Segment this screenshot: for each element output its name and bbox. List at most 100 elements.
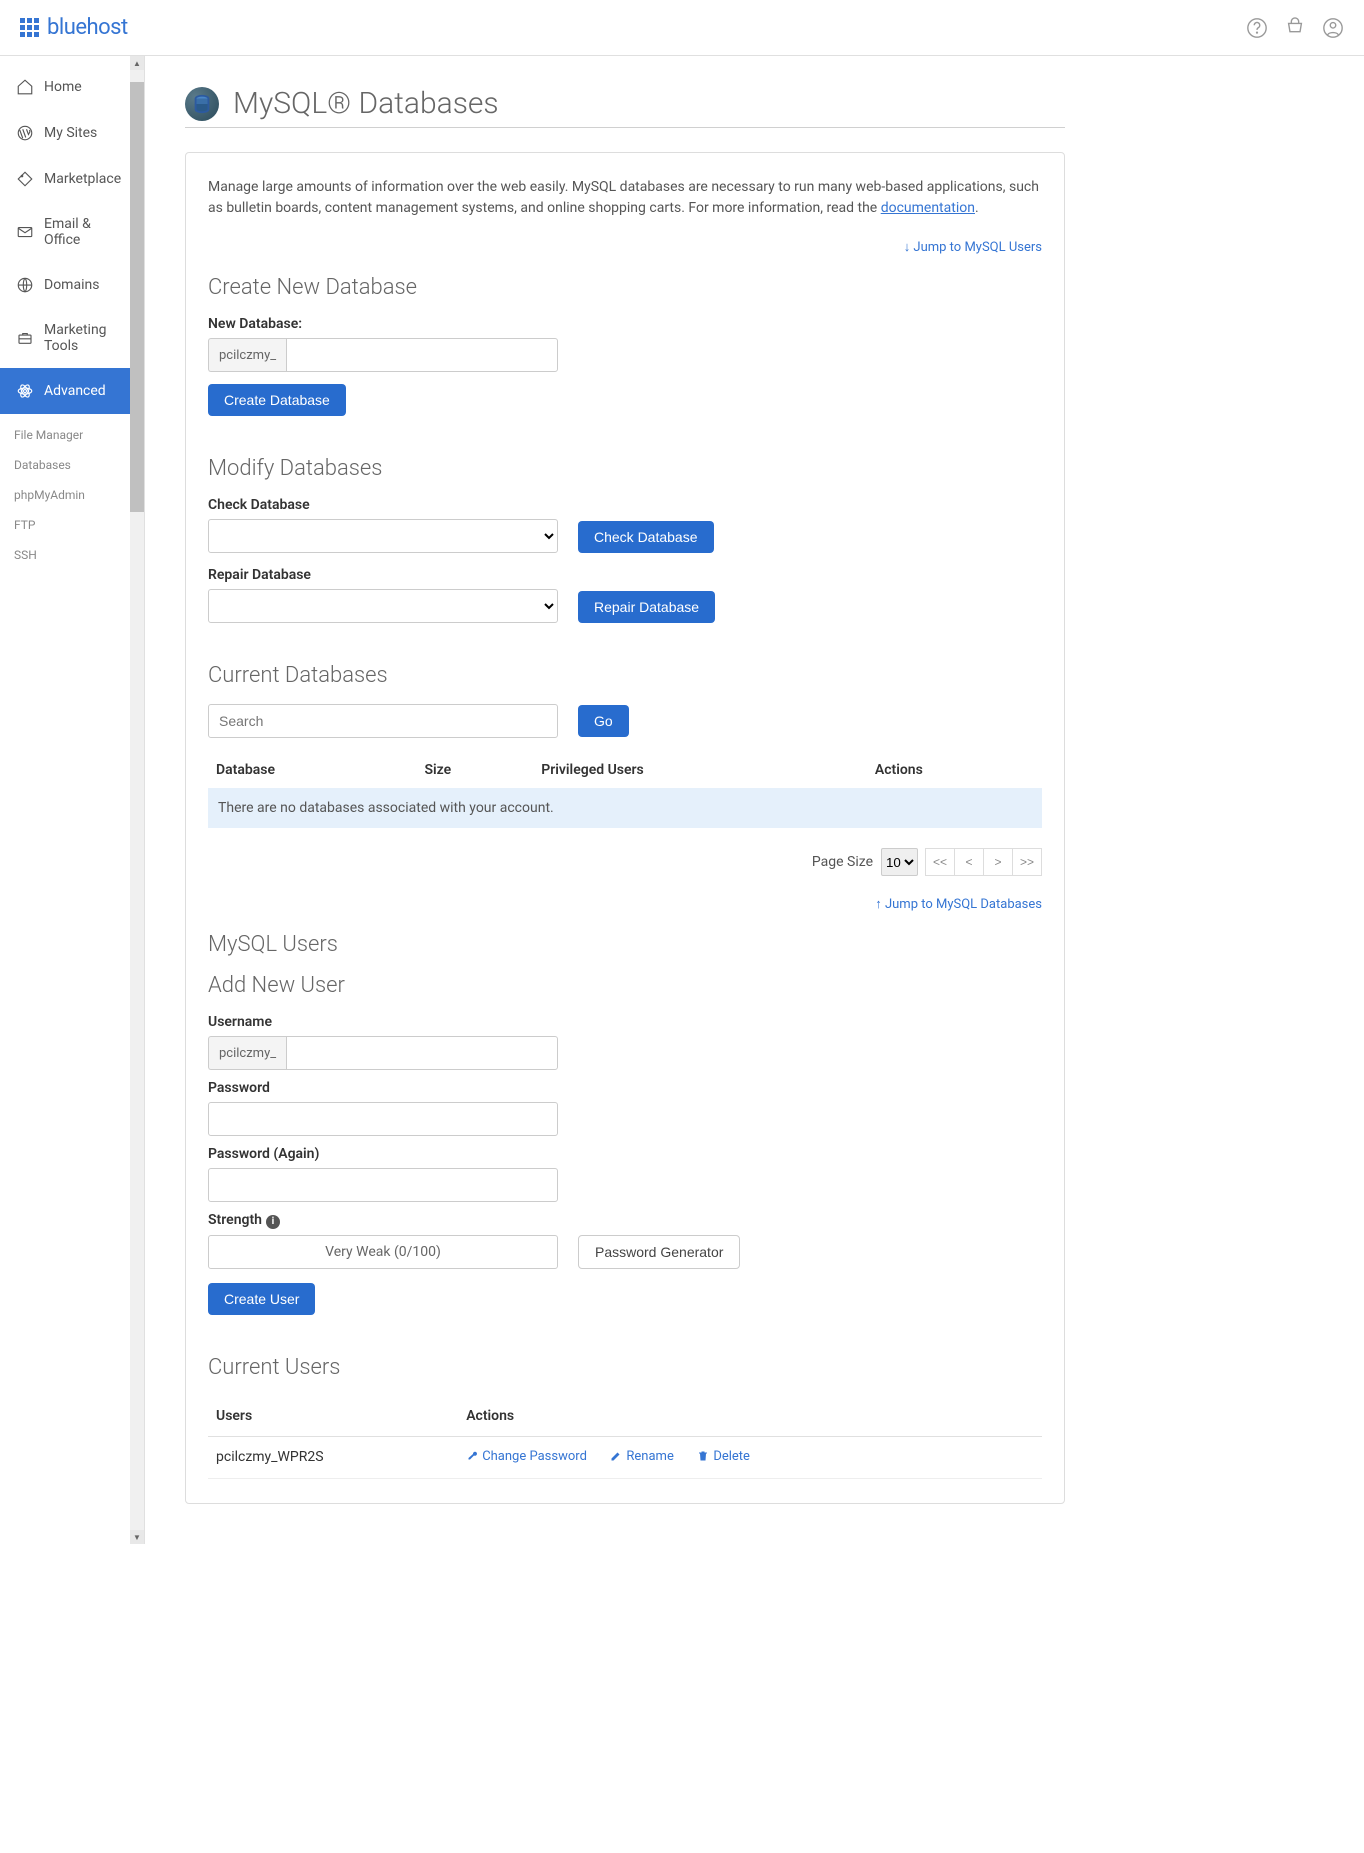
globe-icon — [16, 276, 34, 294]
nav-home[interactable]: Home — [0, 64, 144, 110]
check-database-button[interactable]: Check Database — [578, 521, 714, 553]
modify-db-section-title: Modify Databases — [208, 456, 1042, 481]
key-icon — [466, 1450, 478, 1462]
change-password-link[interactable]: Change Password — [466, 1449, 587, 1464]
password-again-input[interactable] — [208, 1168, 558, 1202]
sub-nav-ftp[interactable]: FTP — [14, 510, 144, 540]
sub-nav-file-manager[interactable]: File Manager — [14, 420, 144, 450]
search-databases-input[interactable] — [208, 704, 558, 738]
nav-label: Advanced — [44, 383, 106, 399]
password-label: Password — [208, 1080, 1042, 1096]
nav-label: Marketing Tools — [44, 322, 128, 354]
main-content: MySQL® Databases Manage large amounts of… — [145, 56, 1105, 1544]
check-database-label: Check Database — [208, 497, 558, 513]
app-grid-icon — [20, 18, 39, 37]
jump-to-users-link[interactable]: ↓ Jump to MySQL Users — [904, 240, 1042, 255]
pager-first[interactable]: << — [925, 848, 955, 876]
db-prefix: pcilczmy_ — [208, 338, 286, 372]
create-database-button[interactable]: Create Database — [208, 384, 346, 416]
page-size-select[interactable]: 10 — [881, 848, 918, 876]
current-db-section-title: Current Databases — [208, 663, 1042, 688]
username-input[interactable] — [286, 1036, 558, 1070]
help-icon[interactable] — [1246, 17, 1268, 39]
tag-icon — [16, 170, 34, 188]
main-panel: Manage large amounts of information over… — [185, 152, 1065, 1504]
jump-to-databases-link[interactable]: ↑ Jump to MySQL Databases — [875, 897, 1042, 912]
repair-database-button[interactable]: Repair Database — [578, 591, 715, 623]
sub-nav-phpmyadmin[interactable]: phpMyAdmin — [14, 480, 144, 510]
documentation-link[interactable]: documentation — [881, 200, 975, 216]
col-actions: Actions — [867, 752, 1042, 788]
nav-marketplace[interactable]: Marketplace — [0, 156, 144, 202]
intro-post: . — [975, 200, 979, 216]
add-user-section-title: Add New User — [208, 973, 1042, 998]
sub-nav-databases[interactable]: Databases — [14, 450, 144, 480]
current-users-section-title: Current Users — [208, 1355, 1042, 1380]
home-icon — [16, 78, 34, 96]
nav-advanced[interactable]: Advanced — [0, 368, 144, 414]
sub-nav: File Manager Databases phpMyAdmin FTP SS… — [0, 414, 144, 576]
sidebar: Home My Sites Marketplace Email & Office… — [0, 56, 145, 1544]
pager-last[interactable]: >> — [1012, 848, 1042, 876]
page-size-label: Page Size — [812, 854, 873, 870]
go-button[interactable]: Go — [578, 705, 629, 737]
new-database-input[interactable] — [286, 338, 558, 372]
create-user-button[interactable]: Create User — [208, 1283, 315, 1315]
pager-next[interactable]: > — [983, 848, 1013, 876]
nav-my-sites[interactable]: My Sites — [0, 110, 144, 156]
username-label: Username — [208, 1014, 1042, 1030]
pager-prev[interactable]: < — [954, 848, 984, 876]
user-name-cell: pcilczmy_WPR2S — [208, 1436, 458, 1479]
strength-meter: Very Weak (0/100) — [208, 1235, 558, 1269]
strength-label: Strengthi — [208, 1212, 1042, 1229]
scroll-up-icon[interactable]: ▲ — [130, 56, 144, 70]
wordpress-icon — [16, 124, 34, 142]
trash-icon — [697, 1450, 709, 1462]
nav-label: Email & Office — [44, 216, 128, 248]
page-title: MySQL® Databases — [233, 86, 499, 121]
col-size: Size — [417, 752, 534, 788]
brand-text: bluehost — [47, 15, 128, 40]
password-again-label: Password (Again) — [208, 1146, 1042, 1162]
repair-database-select[interactable] — [208, 589, 558, 623]
scroll-down-icon[interactable]: ▼ — [130, 1530, 144, 1544]
cart-icon[interactable] — [1284, 17, 1306, 39]
logo[interactable]: bluehost — [20, 15, 128, 40]
check-database-select[interactable] — [208, 519, 558, 553]
delete-link[interactable]: Delete — [697, 1449, 750, 1464]
password-input[interactable] — [208, 1102, 558, 1136]
new-database-label: New Database: — [208, 316, 1042, 332]
scrollbar-thumb[interactable] — [130, 82, 144, 512]
jump-link-users: ↓ Jump to MySQL Users — [208, 239, 1042, 255]
sidebar-scrollbar[interactable]: ▲ ▼ — [130, 56, 144, 1544]
nav-label: My Sites — [44, 125, 97, 141]
info-icon[interactable]: i — [266, 1215, 280, 1229]
nav-domains[interactable]: Domains — [0, 262, 144, 308]
username-input-group: pcilczmy_ — [208, 1036, 558, 1070]
user-prefix: pcilczmy_ — [208, 1036, 286, 1070]
nav-label: Home — [44, 79, 82, 95]
col-privileged: Privileged Users — [533, 752, 867, 788]
rename-link[interactable]: Rename — [610, 1449, 673, 1464]
sub-nav-ssh[interactable]: SSH — [14, 540, 144, 570]
col-user-actions: Actions — [458, 1396, 1042, 1437]
nav-email-office[interactable]: Email & Office — [0, 202, 144, 262]
nav-marketing-tools[interactable]: Marketing Tools — [0, 308, 144, 368]
jump-link-databases: ↑ Jump to MySQL Databases — [208, 896, 1042, 912]
repair-database-label: Repair Database — [208, 567, 558, 583]
page-header: MySQL® Databases — [185, 86, 1065, 128]
user-row: pcilczmy_WPR2S Change Password Rename — [208, 1436, 1042, 1479]
empty-databases-message: There are no databases associated with y… — [208, 788, 1042, 828]
account-icon[interactable] — [1322, 17, 1344, 39]
new-database-input-group: pcilczmy_ — [208, 338, 558, 372]
intro-text: Manage large amounts of information over… — [208, 177, 1042, 219]
atom-icon — [16, 382, 34, 400]
toolbox-icon — [16, 329, 34, 347]
pagination: Page Size 10 << < > >> — [208, 848, 1042, 876]
pencil-icon — [610, 1450, 622, 1462]
password-generator-button[interactable]: Password Generator — [578, 1235, 740, 1269]
nav-label: Marketplace — [44, 171, 121, 187]
mail-icon — [16, 223, 34, 241]
mysql-users-section-title: MySQL Users — [208, 932, 1042, 957]
col-users: Users — [208, 1396, 458, 1437]
